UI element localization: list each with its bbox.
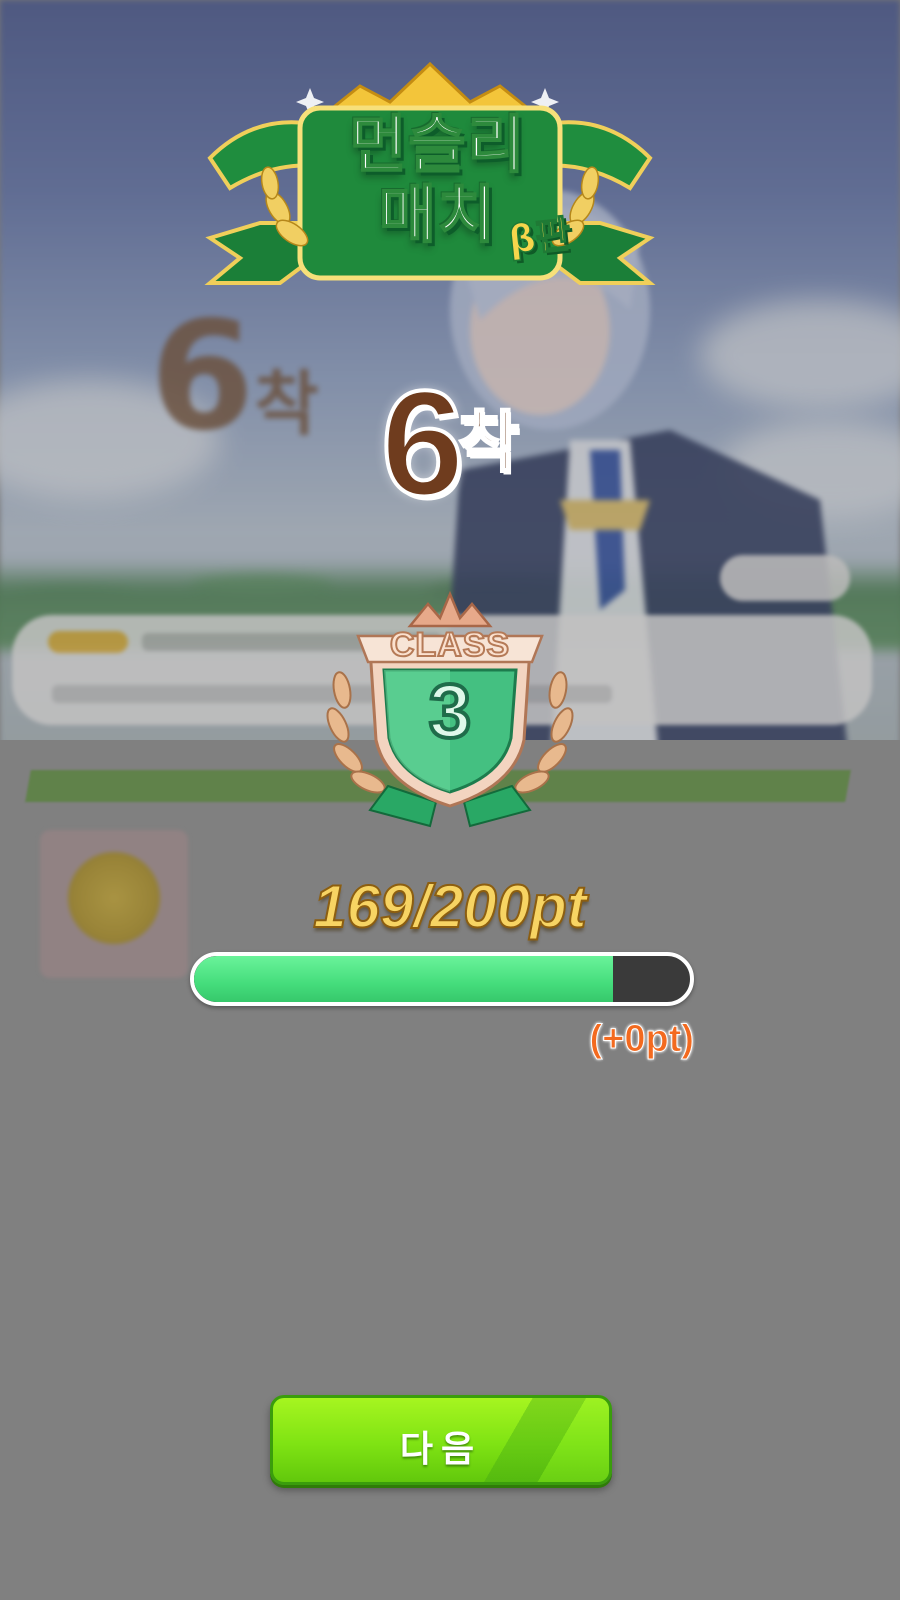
class-level: 3: [427, 667, 473, 756]
beta-label: β판: [505, 211, 573, 263]
next-button-label: 다음: [399, 1429, 483, 1470]
class-badge: CLASS 3: [318, 590, 582, 836]
class-points-text: 169/200pt: [312, 872, 588, 941]
class-progress-bar: [190, 952, 694, 1006]
placement-number: 6: [379, 359, 466, 527]
race-placement: 6착: [0, 366, 900, 520]
event-title-line1: 먼슬리: [348, 108, 527, 181]
class-label: CLASS: [389, 625, 511, 665]
next-button[interactable]: 다음: [270, 1395, 612, 1485]
class-progress-fill: [194, 956, 614, 1002]
points-gain-text: (+0pt): [589, 1018, 695, 1061]
placement-suffix: 착: [457, 404, 521, 481]
monthly-match-logo: 먼슬리 매치 β판: [200, 58, 660, 308]
